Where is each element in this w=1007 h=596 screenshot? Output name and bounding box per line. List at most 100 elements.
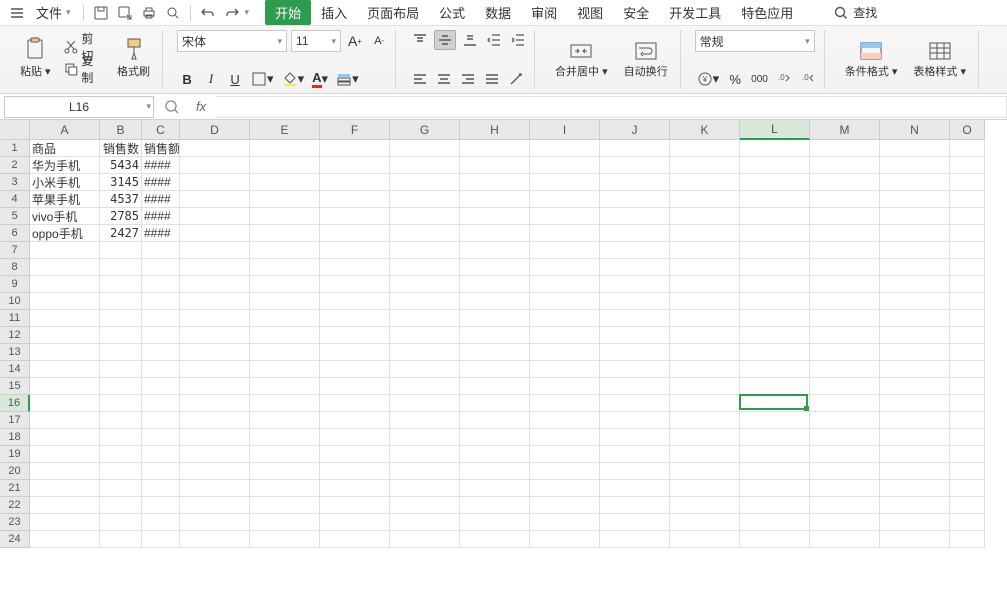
- paste-button[interactable]: 粘贴 ▾: [14, 30, 57, 86]
- cell-I21[interactable]: [530, 480, 600, 497]
- cell-I10[interactable]: [530, 293, 600, 310]
- cell-E5[interactable]: [250, 208, 320, 225]
- cell-H3[interactable]: [460, 174, 530, 191]
- conditional-format-button[interactable]: 条件格式 ▾: [839, 32, 904, 88]
- cell-L7[interactable]: [740, 242, 810, 259]
- cell-C17[interactable]: [142, 412, 180, 429]
- cell-N18[interactable]: [880, 429, 950, 446]
- cell-L8[interactable]: [740, 259, 810, 276]
- cell-K3[interactable]: [670, 174, 740, 191]
- align-middle-icon[interactable]: [434, 30, 456, 50]
- cell-E15[interactable]: [250, 378, 320, 395]
- select-all-corner[interactable]: [0, 120, 30, 140]
- cell-N7[interactable]: [880, 242, 950, 259]
- underline-button[interactable]: U: [225, 69, 245, 89]
- row-header-19[interactable]: 19: [0, 446, 30, 463]
- merge-center-button[interactable]: 合并居中 ▾: [549, 32, 614, 88]
- row-header-17[interactable]: 17: [0, 412, 30, 429]
- cell-B20[interactable]: [100, 463, 142, 480]
- col-header-N[interactable]: N: [880, 120, 950, 140]
- cell-O7[interactable]: [950, 242, 985, 259]
- cell-N12[interactable]: [880, 327, 950, 344]
- cell-G8[interactable]: [390, 259, 460, 276]
- cell-K12[interactable]: [670, 327, 740, 344]
- cell-K24[interactable]: [670, 531, 740, 548]
- cell-D22[interactable]: [180, 497, 250, 514]
- cell-F9[interactable]: [320, 276, 390, 293]
- row-header-1[interactable]: 1: [0, 140, 30, 157]
- cell-C2[interactable]: ####: [142, 157, 180, 174]
- cell-I6[interactable]: [530, 225, 600, 242]
- cell-H6[interactable]: [460, 225, 530, 242]
- zoom-icon[interactable]: [158, 99, 186, 115]
- row-header-13[interactable]: 13: [0, 344, 30, 361]
- align-justify-icon[interactable]: [482, 69, 502, 89]
- cell-D16[interactable]: [180, 395, 250, 412]
- cell-style-button[interactable]: ▾: [334, 69, 361, 89]
- cell-K1[interactable]: [670, 140, 740, 157]
- cell-D2[interactable]: [180, 157, 250, 174]
- file-menu[interactable]: 文件▾: [30, 0, 77, 25]
- cell-N8[interactable]: [880, 259, 950, 276]
- cell-C13[interactable]: [142, 344, 180, 361]
- cell-N15[interactable]: [880, 378, 950, 395]
- cell-K8[interactable]: [670, 259, 740, 276]
- cells-area[interactable]: 商品销售数销售额华为手机5434####小米手机3145####苹果手机4537…: [30, 140, 985, 548]
- col-header-O[interactable]: O: [950, 120, 985, 140]
- cell-O5[interactable]: [950, 208, 985, 225]
- currency-icon[interactable]: ¥▾: [695, 69, 722, 89]
- cell-L3[interactable]: [740, 174, 810, 191]
- cell-B14[interactable]: [100, 361, 142, 378]
- table-style-button[interactable]: 表格样式 ▾: [907, 32, 972, 88]
- cell-J4[interactable]: [600, 191, 670, 208]
- cell-J6[interactable]: [600, 225, 670, 242]
- cell-C12[interactable]: [142, 327, 180, 344]
- cell-F20[interactable]: [320, 463, 390, 480]
- cell-D21[interactable]: [180, 480, 250, 497]
- cell-H24[interactable]: [460, 531, 530, 548]
- cell-K13[interactable]: [670, 344, 740, 361]
- cell-A10[interactable]: [30, 293, 100, 310]
- cell-O14[interactable]: [950, 361, 985, 378]
- cell-H9[interactable]: [460, 276, 530, 293]
- cell-O23[interactable]: [950, 514, 985, 531]
- cell-D13[interactable]: [180, 344, 250, 361]
- cell-M11[interactable]: [810, 310, 880, 327]
- italic-button[interactable]: I: [201, 69, 221, 89]
- cell-K10[interactable]: [670, 293, 740, 310]
- cell-B4[interactable]: 4537: [100, 191, 142, 208]
- cell-H4[interactable]: [460, 191, 530, 208]
- row-header-7[interactable]: 7: [0, 242, 30, 259]
- cell-N1[interactable]: [880, 140, 950, 157]
- cell-E12[interactable]: [250, 327, 320, 344]
- row-header-6[interactable]: 6: [0, 225, 30, 242]
- cell-D8[interactable]: [180, 259, 250, 276]
- cell-G13[interactable]: [390, 344, 460, 361]
- cell-N10[interactable]: [880, 293, 950, 310]
- cell-L21[interactable]: [740, 480, 810, 497]
- cell-A12[interactable]: [30, 327, 100, 344]
- cell-I3[interactable]: [530, 174, 600, 191]
- cell-O1[interactable]: [950, 140, 985, 157]
- cell-J5[interactable]: [600, 208, 670, 225]
- cell-C24[interactable]: [142, 531, 180, 548]
- cell-K15[interactable]: [670, 378, 740, 395]
- cell-I5[interactable]: [530, 208, 600, 225]
- cell-L13[interactable]: [740, 344, 810, 361]
- cell-N5[interactable]: [880, 208, 950, 225]
- cell-I4[interactable]: [530, 191, 600, 208]
- cell-G20[interactable]: [390, 463, 460, 480]
- cell-B2[interactable]: 5434: [100, 157, 142, 174]
- cell-G11[interactable]: [390, 310, 460, 327]
- cell-E24[interactable]: [250, 531, 320, 548]
- cell-J24[interactable]: [600, 531, 670, 548]
- col-header-J[interactable]: J: [600, 120, 670, 140]
- col-header-M[interactable]: M: [810, 120, 880, 140]
- cell-M12[interactable]: [810, 327, 880, 344]
- comma-icon[interactable]: 000: [749, 69, 770, 89]
- cell-E21[interactable]: [250, 480, 320, 497]
- cell-B22[interactable]: [100, 497, 142, 514]
- cell-A16[interactable]: [30, 395, 100, 412]
- cell-M8[interactable]: [810, 259, 880, 276]
- cell-K4[interactable]: [670, 191, 740, 208]
